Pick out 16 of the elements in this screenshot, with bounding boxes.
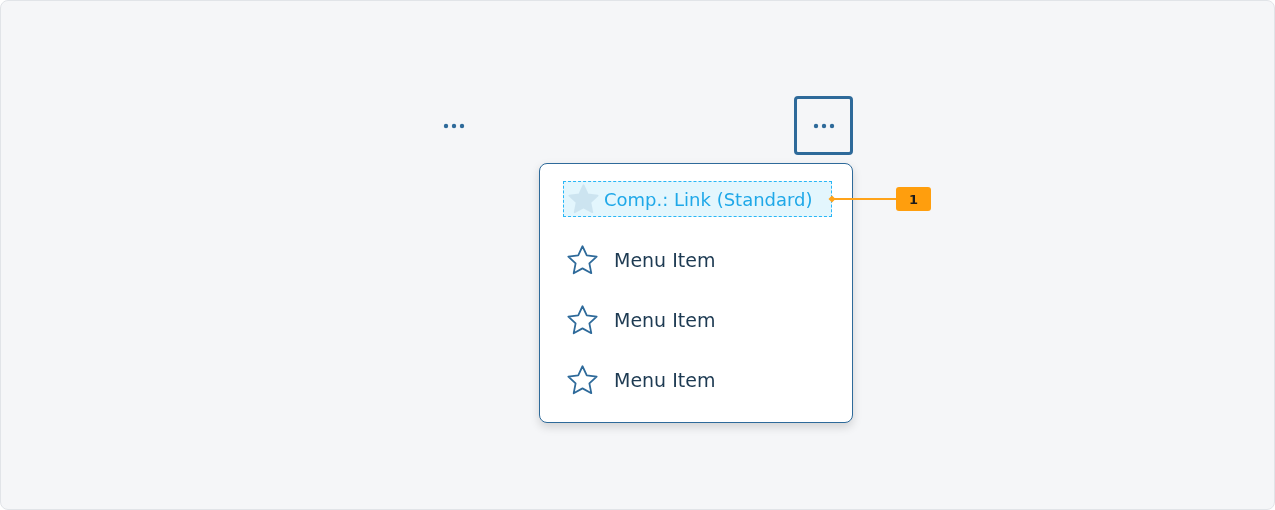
- star-icon: [566, 244, 599, 276]
- menu-item[interactable]: Menu Item: [563, 230, 832, 290]
- star-icon: [567, 183, 600, 215]
- more-icon: [443, 123, 465, 129]
- menu-item-label: Comp.: Link (Standard): [604, 188, 813, 210]
- menu-item[interactable]: Menu Item: [563, 350, 832, 410]
- menu-item-label: Menu Item: [614, 309, 716, 331]
- more-button[interactable]: [794, 96, 853, 155]
- menu-item[interactable]: Menu Item: [563, 290, 832, 350]
- more-icon: [812, 122, 835, 129]
- menu-item-label: Menu Item: [614, 249, 716, 271]
- menu-item-label: Menu Item: [614, 369, 716, 391]
- leader-line: [828, 195, 896, 203]
- annotation-marker: 1: [896, 187, 931, 211]
- star-icon: [566, 304, 599, 336]
- star-icon: [566, 364, 599, 396]
